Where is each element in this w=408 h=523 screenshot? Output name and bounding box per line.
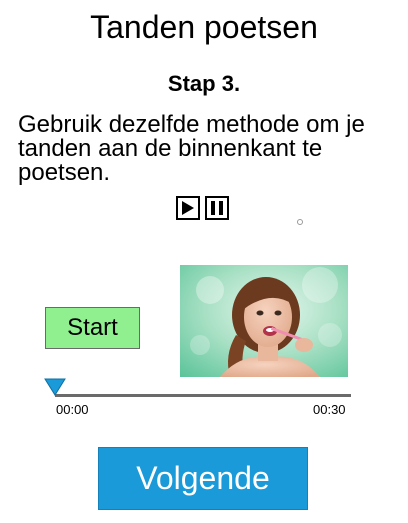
play-icon <box>182 201 194 215</box>
start-button[interactable]: Start <box>45 307 140 349</box>
current-time: 00:00 <box>56 402 89 417</box>
toothbrushing-photo <box>180 265 348 377</box>
play-button[interactable] <box>176 196 200 220</box>
media-controls <box>176 196 229 220</box>
next-button[interactable]: Volgende <box>98 447 308 510</box>
step-heading: Stap 3. <box>167 71 241 96</box>
page-title: Tanden poetsen <box>90 9 318 45</box>
total-time: 00:30 <box>313 402 346 417</box>
indicator-dot <box>297 219 303 225</box>
pause-button[interactable] <box>205 196 229 220</box>
progress-track[interactable] <box>55 394 351 397</box>
instruction-text: Gebruik dezelfde methode om je tanden aa… <box>18 111 365 186</box>
pause-icon <box>211 201 223 215</box>
progress-slider-thumb[interactable] <box>44 378 66 396</box>
